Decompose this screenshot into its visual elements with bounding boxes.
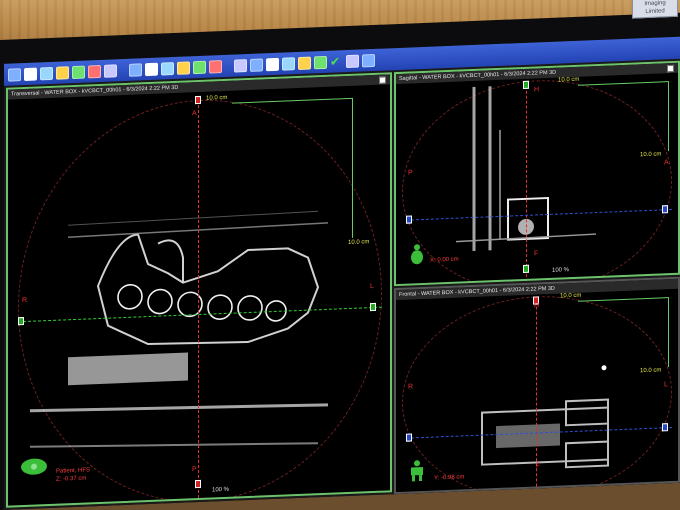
structure-icon[interactable] (209, 59, 222, 74)
undo-icon[interactable] (88, 64, 101, 78)
crosshair-handle-left[interactable] (406, 433, 412, 442)
scale-label-top: 10.0 cm (206, 94, 228, 102)
zoom-level: 100 % (212, 486, 230, 494)
z-coordinate: Z: -0.37 cm (56, 475, 87, 483)
rectangle-select-icon[interactable] (234, 58, 247, 73)
crosshair-vertical (536, 296, 537, 487)
direction-head: H (534, 302, 540, 310)
scale-label-right: 10.0 cm (348, 239, 370, 247)
layout-icon[interactable] (24, 67, 37, 81)
grid-icon[interactable] (161, 61, 174, 76)
transversal-viewport[interactable]: Transversal - WATER BOX - kVCBCT_00h01 -… (6, 72, 392, 508)
crosshair-handle-right[interactable] (370, 302, 376, 312)
wave-icon[interactable] (362, 53, 375, 67)
direction-foot: F (534, 250, 539, 258)
application-screen: ✔ Transversal - WATER BOX - kVCBCT_00h01… (4, 36, 680, 510)
crosshair-vertical (198, 100, 199, 499)
crosshair-handle-bottom[interactable] (523, 264, 529, 273)
crosshair-handle-top[interactable] (523, 80, 529, 89)
window-level-icon[interactable] (8, 67, 21, 82)
sagittal-viewport[interactable]: Sagittal - WATER BOX - kVCBCT_00h01 - 6/… (394, 60, 680, 287)
pan-hand-icon[interactable] (72, 65, 85, 79)
direction-left: L (664, 381, 668, 389)
marker-icon[interactable] (314, 55, 327, 69)
imaging-limited-badge: Imaging Limited (632, 0, 678, 19)
toolbar-separator (225, 59, 231, 72)
direction-right: R (22, 296, 28, 305)
zoom-in-icon[interactable] (40, 66, 53, 80)
crosshair-handle-right[interactable] (662, 205, 668, 214)
crosshair-handle-bottom[interactable] (195, 479, 201, 489)
patient-position-label: Patient, HFS Z: -0.37 cm (56, 466, 90, 483)
lock-icon[interactable] (346, 54, 359, 68)
scale-bar-right (352, 97, 353, 238)
patient-orientation-icon (21, 458, 47, 475)
scale-bar-right (668, 81, 669, 152)
scale-label-right: 10.0 cm (640, 367, 662, 375)
x-coordinate: X: 0.00 cm (430, 256, 459, 264)
monitor-frame: Imaging Limited ✔ Transversal - WATER BO… (0, 0, 680, 510)
crosshair-handle-right[interactable] (662, 423, 668, 432)
dose-icon[interactable] (282, 56, 295, 71)
direction-posterior: P (192, 466, 197, 474)
direction-right: R (408, 383, 414, 391)
crosshair-move-icon[interactable] (129, 62, 142, 77)
crosshair-handle-left[interactable] (406, 215, 412, 224)
scale-label-top: 10.0 cm (560, 292, 582, 300)
crosshair-handle-top[interactable] (195, 95, 201, 105)
badge-line-2: Limited (645, 8, 665, 16)
overlay-icon[interactable] (266, 57, 279, 71)
lasso-icon[interactable] (250, 57, 263, 72)
direction-left: L (370, 282, 374, 291)
window-icon[interactable] (298, 56, 311, 70)
zoom-level: 100 % (552, 267, 570, 274)
transversal-scan-image (29, 210, 329, 448)
direction-anterior: A (664, 159, 669, 167)
contour-icon[interactable] (193, 60, 206, 74)
y-coordinate: Y: -0.98 cm (434, 474, 465, 482)
direction-posterior: P (408, 169, 413, 177)
accept-check-icon[interactable]: ✔ (330, 54, 343, 68)
color-map-icon[interactable] (145, 62, 158, 76)
scale-label-right: 10.0 cm (640, 151, 662, 159)
crosshair-handle-left[interactable] (18, 317, 24, 326)
scale-bar-right (668, 297, 669, 368)
frontal-viewport[interactable]: Frontal - WATER BOX - kVCBCT_00h01 - 6/3… (394, 276, 680, 495)
toolbar-separator (120, 63, 126, 76)
patient-orientation-icon (411, 460, 423, 482)
direction-anterior: A (192, 110, 197, 118)
crosshair-vertical (526, 80, 527, 277)
direction-foot: F (536, 462, 541, 470)
info-icon[interactable] (177, 60, 190, 75)
zoom-out-icon[interactable] (56, 65, 69, 80)
measure-ruler-icon[interactable] (104, 63, 117, 78)
patient-orientation-icon (411, 244, 423, 265)
direction-head: H (534, 86, 540, 94)
scale-label-top: 10.0 cm (558, 76, 580, 84)
